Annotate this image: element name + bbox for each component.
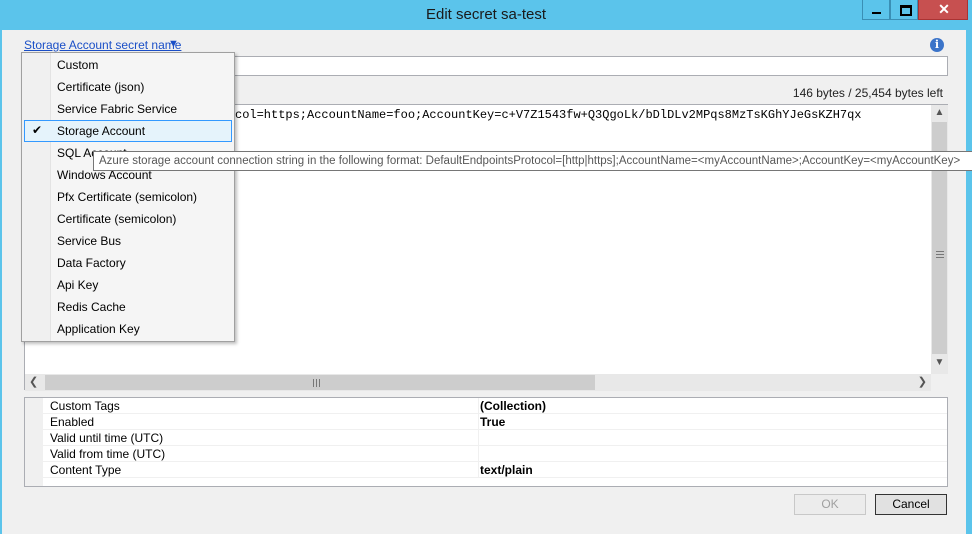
property-row-valid-from[interactable]: Valid from time (UTC) — [43, 446, 947, 462]
property-value[interactable]: text/plain — [480, 463, 533, 477]
menu-item-service-fabric-service[interactable]: Service Fabric Service — [24, 98, 232, 120]
menu-item-pfx-certificate-semicolon[interactable]: Pfx Certificate (semicolon) — [24, 186, 232, 208]
menu-item-storage-account[interactable]: ✔ Storage Account — [24, 120, 232, 142]
tooltip: Azure storage account connection string … — [93, 151, 972, 171]
menu-item-api-key[interactable]: Api Key — [24, 274, 232, 296]
grip-icon — [936, 251, 944, 258]
property-row-content-type[interactable]: Content Type text/plain — [43, 462, 947, 478]
menu-item-label: Storage Account — [57, 124, 146, 138]
close-button[interactable] — [918, 0, 969, 20]
scroll-right-icon[interactable]: ❯ — [918, 375, 927, 388]
property-name: Valid from time (UTC) — [50, 447, 166, 461]
menu-item-label: Redis Cache — [57, 300, 126, 314]
property-name: Valid until time (UTC) — [50, 431, 164, 445]
menu-item-custom[interactable]: Custom — [24, 54, 232, 76]
menu-item-certificate-semicolon[interactable]: Certificate (semicolon) — [24, 208, 232, 230]
menu-item-label: Custom — [57, 58, 99, 72]
menu-item-service-bus[interactable]: Service Bus — [24, 230, 232, 252]
scroll-down-icon[interactable]: ▼ — [931, 357, 948, 368]
secret-value-text[interactable]: col=https;AccountName=foo;AccountKey=c+V… — [235, 108, 931, 122]
cancel-button[interactable]: Cancel — [875, 494, 947, 515]
checkmark-icon: ✔ — [32, 123, 43, 137]
minimize-button[interactable] — [862, 0, 890, 20]
horizontal-scrollbar[interactable]: ❮ ❯ — [25, 374, 931, 391]
grip-icon — [313, 379, 320, 387]
window-border-right — [966, 30, 972, 534]
horizontal-scroll-thumb[interactable] — [45, 375, 595, 390]
menu-item-label: Api Key — [57, 278, 99, 292]
menu-item-application-key[interactable]: Application Key — [24, 318, 232, 340]
menu-item-label: Service Bus — [57, 234, 122, 248]
secret-type-dropdown-link[interactable]: Storage Account secret name — [24, 38, 181, 52]
menu-item-label: Pfx Certificate (semicolon) — [57, 190, 198, 204]
menu-item-label: Certificate (json) — [57, 80, 145, 94]
menu-item-data-factory[interactable]: Data Factory — [24, 252, 232, 274]
info-icon[interactable]: i — [930, 38, 944, 52]
property-value[interactable]: (Collection) — [480, 399, 546, 413]
scroll-left-icon[interactable]: ❮ — [29, 375, 38, 388]
window-title: Edit secret sa-test — [425, 6, 547, 23]
property-value[interactable]: True — [480, 415, 505, 429]
property-name: Enabled — [50, 415, 95, 429]
bytes-counter: 146 bytes / 25,454 bytes left — [792, 86, 943, 100]
property-row-valid-until[interactable]: Valid until time (UTC) — [43, 430, 947, 446]
window-border-left — [0, 30, 2, 534]
dropdown-arrow-icon[interactable]: ▼ — [168, 38, 179, 50]
secret-type-menu: Custom Certificate (json) Service Fabric… — [21, 52, 235, 342]
title-bar: Edit secret sa-test — [0, 0, 972, 30]
property-grid-gutter — [25, 398, 43, 486]
scroll-up-icon[interactable]: ▲ — [931, 107, 948, 118]
tooltip-text: Azure storage account connection string … — [99, 155, 961, 167]
maximize-button[interactable] — [890, 0, 918, 20]
property-name: Content Type — [50, 463, 122, 477]
menu-item-label: Data Factory — [57, 256, 126, 270]
menu-item-label: Certificate (semicolon) — [57, 212, 177, 226]
property-row-custom-tags[interactable]: Custom Tags (Collection) — [43, 398, 947, 414]
scroll-corner — [931, 374, 948, 391]
menu-item-label: Application Key — [57, 322, 140, 336]
property-row-enabled[interactable]: Enabled True — [43, 414, 947, 430]
menu-item-redis-cache[interactable]: Redis Cache — [24, 296, 232, 318]
menu-item-label: Service Fabric Service — [57, 102, 178, 116]
property-name: Custom Tags — [50, 399, 120, 413]
property-grid: Custom Tags (Collection) Enabled True Va… — [24, 397, 948, 487]
ok-button[interactable]: OK — [794, 494, 866, 515]
menu-item-certificate-json[interactable]: Certificate (json) — [24, 76, 232, 98]
vertical-scrollbar[interactable]: ▲ ▼ — [931, 105, 948, 374]
